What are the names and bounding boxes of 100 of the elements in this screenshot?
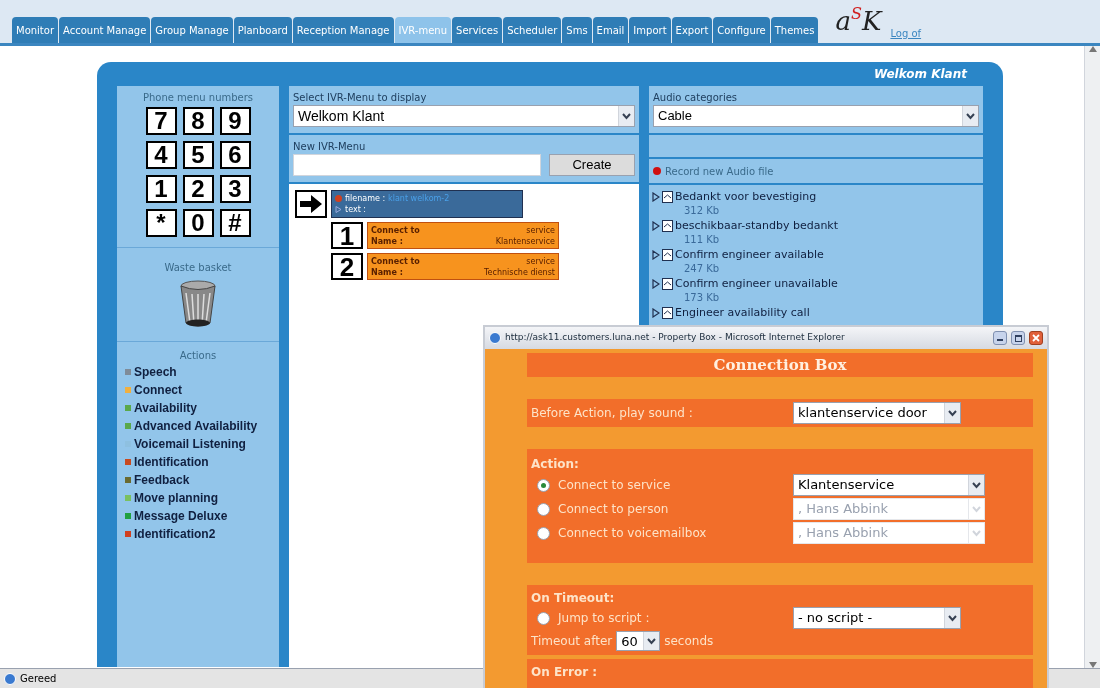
keypad-key[interactable]: 2 <box>182 175 214 203</box>
nav-tab[interactable]: Planboard <box>233 17 292 43</box>
action-item[interactable]: Availability <box>134 399 197 417</box>
nav-tab[interactable]: Configure <box>713 17 770 43</box>
action-item[interactable]: Speech <box>134 363 177 381</box>
keypad-key[interactable]: 8 <box>182 107 214 135</box>
option-label: Connect to person <box>558 501 669 518</box>
create-button[interactable]: Create <box>549 154 635 176</box>
audio-file-icon <box>662 277 673 290</box>
section-title: Action: <box>531 456 580 473</box>
menu-key: 2 <box>331 253 363 280</box>
action-item[interactable]: Feedback <box>134 471 190 489</box>
window-title: http://ask11.customers.luna.net - Property Box - Microsoft Internet Explorer <box>505 331 846 345</box>
play-icon[interactable] <box>652 278 660 289</box>
field-label: Select IVR-Menu to display <box>293 91 428 105</box>
action-item[interactable]: Identification <box>134 453 209 471</box>
menu-key: 1 <box>331 222 363 249</box>
keypad-key[interactable]: # <box>219 209 251 237</box>
action-item[interactable]: Identification2 <box>134 525 216 543</box>
action-item[interactable]: Message Deluxe <box>134 507 228 525</box>
target-select[interactable]: Klantenservice <box>793 474 985 496</box>
nav-tab[interactable]: Scheduler <box>503 17 562 43</box>
play-icon[interactable] <box>652 191 660 202</box>
connect-node[interactable]: Connect to service Name : Klantenservice <box>367 222 559 249</box>
section-title: Actions <box>179 349 217 363</box>
field-label: New IVR-Menu <box>293 140 367 154</box>
node-label: Connect to <box>371 255 420 267</box>
keypad-key[interactable]: 9 <box>219 107 251 135</box>
section-title: On Error : <box>531 665 598 679</box>
keypad-key[interactable]: 5 <box>182 141 214 169</box>
panel-title: Welkom Klant <box>874 66 967 83</box>
file-size: 173 Kb <box>684 291 721 305</box>
nav-tab[interactable]: Sms <box>562 17 592 43</box>
browser-page-icon <box>489 332 501 344</box>
menu-name-input[interactable] <box>293 154 541 176</box>
audio-file-icon <box>662 190 673 203</box>
dropdown-arrow-icon <box>968 499 984 519</box>
status-text: Gereed <box>20 672 57 686</box>
audio-node[interactable]: filename : klant welkom-2 text : <box>331 190 523 218</box>
action-item[interactable]: Connect <box>134 381 182 399</box>
connect-node[interactable]: Connect to service Name : Technische dienst <box>367 253 559 280</box>
node-value: Klantenservice <box>495 235 555 247</box>
action-item[interactable]: Advanced Availability <box>134 417 258 435</box>
record-icon <box>653 167 661 175</box>
keypad-key[interactable]: 1 <box>145 175 177 203</box>
radio-button[interactable] <box>537 478 550 492</box>
dropdown-arrow-icon <box>968 523 984 543</box>
ivr-menu-select[interactable]: Welkom Klant <box>293 105 635 127</box>
nav-tab[interactable]: Group Manage <box>151 17 233 43</box>
audio-file-name[interactable]: Confirm engineer unavailable <box>675 276 838 291</box>
node-label: text : <box>345 204 367 215</box>
audio-file-icon <box>662 306 673 319</box>
maximize-icon[interactable] <box>1011 331 1025 345</box>
node-label: Connect to <box>371 224 420 236</box>
dialog-heading: Connection Box <box>713 354 847 376</box>
audio-file-name[interactable]: Confirm engineer available <box>675 247 824 262</box>
keypad-key[interactable]: 7 <box>145 107 177 135</box>
node-label: Name : <box>371 266 403 278</box>
audio-file-name[interactable]: beschikbaar-standby bedankt <box>675 218 839 233</box>
play-icon <box>335 206 342 213</box>
nav-tab[interactable]: Export <box>671 17 713 43</box>
action-item[interactable]: Voicemail Listening <box>134 435 246 453</box>
play-icon[interactable] <box>652 220 660 231</box>
file-size: 312 Kb <box>684 204 721 218</box>
script-select[interactable]: - no script - <box>793 607 961 629</box>
audio-file-icon <box>662 219 673 232</box>
nav-tab[interactable]: Account Manage <box>59 17 151 43</box>
nav-tab[interactable]: Import <box>629 17 671 43</box>
play-icon[interactable] <box>652 249 660 260</box>
option-label: Jump to script : <box>558 610 650 627</box>
close-icon[interactable] <box>1029 331 1043 345</box>
option-label: Connect to voicemailbox <box>558 525 707 542</box>
nav-tab[interactable]: Email <box>592 17 629 43</box>
audio-category-select[interactable]: Cable <box>653 105 979 127</box>
radio-button[interactable] <box>537 611 550 625</box>
minimize-icon[interactable] <box>993 331 1007 345</box>
nav-tab[interactable]: Services <box>452 17 503 43</box>
audio-file-name[interactable]: Bedankt voor bevestiging <box>675 189 817 204</box>
nav-tab[interactable]: Reception Manage <box>292 17 394 43</box>
keypad-key[interactable]: * <box>145 209 177 237</box>
audio-file-icon <box>662 248 673 261</box>
record-icon <box>335 195 342 202</box>
nav-tab[interactable]: Themes <box>770 17 819 43</box>
audio-file-name[interactable]: Engineer availability call <box>675 305 810 320</box>
play-icon[interactable] <box>652 307 660 318</box>
field-label: Before Action, play sound : <box>531 405 694 422</box>
trash-basket-icon[interactable] <box>178 279 218 329</box>
file-size: 111 Kb <box>684 233 721 247</box>
node-value: Technische dienst <box>484 266 555 278</box>
keypad-key[interactable]: 4 <box>145 141 177 169</box>
keypad-key[interactable]: 0 <box>182 209 214 237</box>
sound-select[interactable]: klantenservice door <box>793 402 961 424</box>
keypad-key[interactable]: 3 <box>219 175 251 203</box>
seconds-select[interactable]: 60 <box>616 631 661 651</box>
keypad-key[interactable]: 6 <box>219 141 251 169</box>
nav-tab[interactable]: Monitor <box>12 17 58 43</box>
node-value: service <box>526 224 555 236</box>
node-label: filename : <box>345 193 386 204</box>
action-item[interactable]: Move planning <box>134 489 218 507</box>
node-label: Name : <box>371 235 403 247</box>
